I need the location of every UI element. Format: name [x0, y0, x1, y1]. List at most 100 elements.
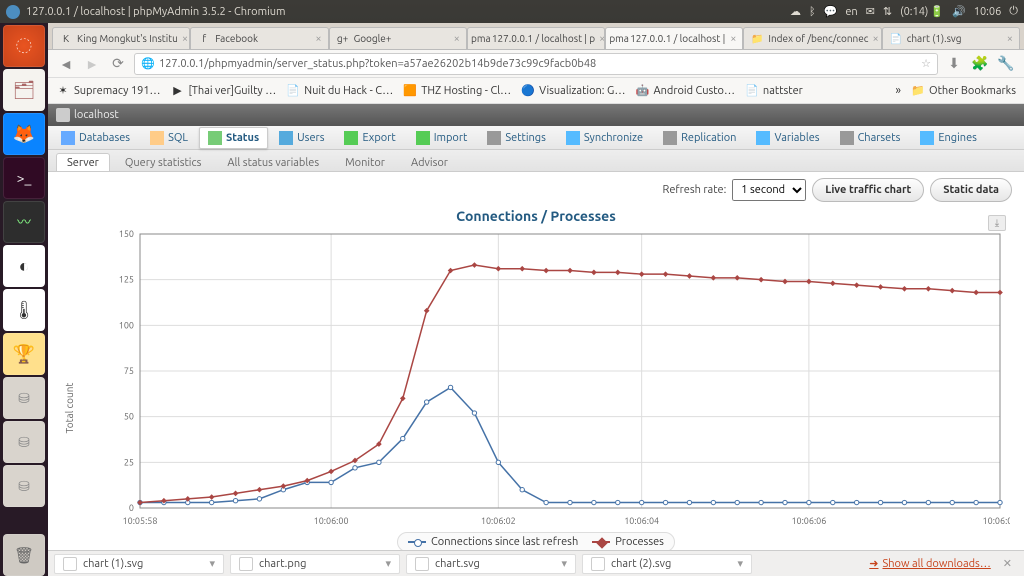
subtab-all-status-variables[interactable]: All status variables: [216, 153, 330, 171]
subtab-server[interactable]: Server: [56, 153, 110, 171]
chromium-icon[interactable]: ◐: [3, 245, 45, 287]
bookmarks-overflow-icon[interactable]: »: [895, 84, 901, 97]
svg-text:10:06:04: 10:06:04: [624, 516, 659, 526]
session-icon[interactable]: ⏻: [1009, 5, 1018, 18]
bookmark-favicon: 🔵: [521, 84, 535, 98]
export-icon: [344, 131, 358, 145]
bookmark-item[interactable]: ✶Supremacy 191…: [56, 84, 160, 98]
downloads-bar-close[interactable]: ✕: [997, 557, 1018, 570]
weather-icon[interactable]: ☁: [790, 5, 801, 18]
pma-tab-synchronize[interactable]: Synchronize: [557, 127, 652, 149]
pma-tab-variables[interactable]: Variables: [747, 127, 828, 149]
page-content: localhost DatabasesSQLStatusUsersExportI…: [48, 104, 1024, 576]
extension-icon-2[interactable]: 🧩: [970, 54, 990, 74]
wrench-menu-icon[interactable]: 🔧: [996, 54, 1016, 74]
bookmark-item[interactable]: 📄nattster: [745, 84, 803, 98]
tab-close-icon[interactable]: ×: [454, 33, 460, 45]
bookmark-item[interactable]: ▶[Thai ver]Guilty …: [170, 84, 276, 98]
battery-indicator[interactable]: (0:14) 🔋: [900, 5, 944, 18]
pma-tab-replication[interactable]: Replication: [654, 127, 745, 149]
download-menu-icon[interactable]: ▾: [209, 557, 215, 570]
legend-item[interactable]: Processes: [592, 536, 664, 548]
download-filename: chart (2).svg: [611, 558, 671, 570]
static-data-button[interactable]: Static data: [930, 178, 1012, 202]
mail-icon[interactable]: ✉: [866, 5, 875, 18]
refresh-rate-select[interactable]: 1 second: [732, 179, 806, 201]
legend-label: Connections since last refresh: [431, 536, 578, 548]
pma-tab-sql[interactable]: SQL: [141, 127, 197, 149]
tab-label: Index of /benc/connec: [768, 33, 868, 44]
svg-text:50: 50: [124, 412, 134, 422]
app-trophy-icon[interactable]: 🏆: [3, 333, 45, 375]
extension-icon-1[interactable]: ⬇: [944, 54, 964, 74]
files-icon[interactable]: 🗂: [3, 69, 45, 111]
other-bookmarks-folder[interactable]: 📁 Other Bookmarks: [911, 84, 1016, 98]
pma-tab-settings[interactable]: Settings: [478, 127, 555, 149]
forward-button[interactable]: ►: [82, 54, 102, 74]
pma-tab-import[interactable]: Import: [407, 127, 477, 149]
pma-tab-export[interactable]: Export: [335, 127, 404, 149]
subtab-query-statistics[interactable]: Query statistics: [114, 153, 213, 171]
synchronize-icon: [566, 131, 580, 145]
browser-tab[interactable]: KKing Mongkut's Institu×: [52, 27, 190, 49]
bookmark-item[interactable]: 🟧THZ Hosting - Cl…: [403, 84, 511, 98]
tab-close-icon[interactable]: ×: [872, 33, 878, 45]
download-item[interactable]: chart (2).svg ▾: [582, 554, 752, 574]
bookmark-item[interactable]: 🔵Visualization: G…: [521, 84, 625, 98]
show-all-downloads-link[interactable]: ➜ Show all downloads…: [869, 557, 991, 570]
tab-close-icon[interactable]: ×: [182, 33, 188, 45]
browser-tab[interactable]: pma127.0.0.1 / localhost |×: [605, 27, 743, 49]
browser-tab[interactable]: 📁Index of /benc/connec×: [743, 27, 881, 49]
bookmark-star-icon[interactable]: ☆: [921, 57, 931, 70]
browser-tab[interactable]: pma127.0.0.1 / localhost | p×: [467, 27, 605, 49]
bookmark-item[interactable]: 🤖Android Custo…: [635, 84, 734, 98]
address-bar[interactable]: 🌐 127.0.0.1/phpmyadmin/server_status.php…: [134, 53, 938, 75]
server-icon: [56, 108, 70, 122]
download-item[interactable]: chart.svg▾: [406, 554, 576, 574]
pma-tab-engines[interactable]: Engines: [911, 127, 986, 149]
pma-tab-databases[interactable]: Databases: [52, 127, 139, 149]
browser-tab[interactable]: 📄chart (1).svg×: [882, 27, 1020, 49]
browser-tab[interactable]: fFacebook×: [190, 27, 328, 49]
pma-tab-charsets[interactable]: Charsets: [831, 127, 910, 149]
dash-icon[interactable]: ◌: [3, 25, 45, 67]
download-item[interactable]: chart (1).svg▾: [54, 554, 224, 574]
pma-tab-status[interactable]: Status: [199, 127, 268, 149]
clock[interactable]: 10:06: [974, 6, 1002, 18]
subtab-advisor[interactable]: Advisor: [400, 153, 459, 171]
app-thermometer-icon[interactable]: 🌡: [3, 289, 45, 331]
breadcrumb-host[interactable]: localhost: [74, 109, 119, 121]
chat-icon[interactable]: 💬: [824, 5, 838, 18]
tab-close-icon[interactable]: ×: [730, 33, 736, 45]
terminal-icon[interactable]: >_: [3, 157, 45, 199]
volume-icon[interactable]: 🔊: [952, 5, 966, 18]
download-menu-icon[interactable]: ▾: [737, 557, 743, 570]
download-item[interactable]: chart.png▾: [230, 554, 400, 574]
network-icon[interactable]: ⇅: [883, 5, 892, 18]
drive-icon-2[interactable]: ⛁: [3, 421, 45, 463]
download-menu-icon[interactable]: ▾: [561, 557, 567, 570]
firefox-icon[interactable]: 🦊: [3, 113, 45, 155]
pma-tab-users[interactable]: Users: [270, 127, 333, 149]
tab-close-icon[interactable]: ×: [315, 33, 321, 45]
download-menu-icon[interactable]: ▾: [385, 557, 391, 570]
bluetooth-icon[interactable]: ᛒ: [809, 6, 816, 18]
tab-label: 127.0.0.1 / localhost | p: [492, 33, 595, 44]
legend-item[interactable]: Connections since last refresh: [408, 536, 578, 548]
chart-action-row: Refresh rate: 1 second Live traffic char…: [48, 172, 1024, 208]
bookmark-favicon: 📄: [745, 84, 759, 98]
subtab-monitor[interactable]: Monitor: [334, 153, 396, 171]
language-indicator[interactable]: en: [845, 6, 857, 18]
drive-icon-1[interactable]: ⛁: [3, 377, 45, 419]
drive-icon-3[interactable]: ⛁: [3, 465, 45, 507]
reload-button[interactable]: ⟳: [108, 54, 128, 74]
folder-icon: 📁: [911, 84, 925, 98]
system-monitor-icon[interactable]: 〰: [3, 201, 45, 243]
tab-close-icon[interactable]: ×: [1007, 33, 1013, 45]
back-button[interactable]: ◄: [56, 54, 76, 74]
download-arrow-icon: ➜: [869, 557, 878, 570]
bookmark-item[interactable]: 📄Nuit du Hack - C…: [286, 84, 393, 98]
trash-icon[interactable]: 🗑: [3, 534, 45, 576]
live-traffic-button[interactable]: Live traffic chart: [812, 178, 924, 202]
browser-tab[interactable]: g+Google+×: [329, 27, 467, 49]
